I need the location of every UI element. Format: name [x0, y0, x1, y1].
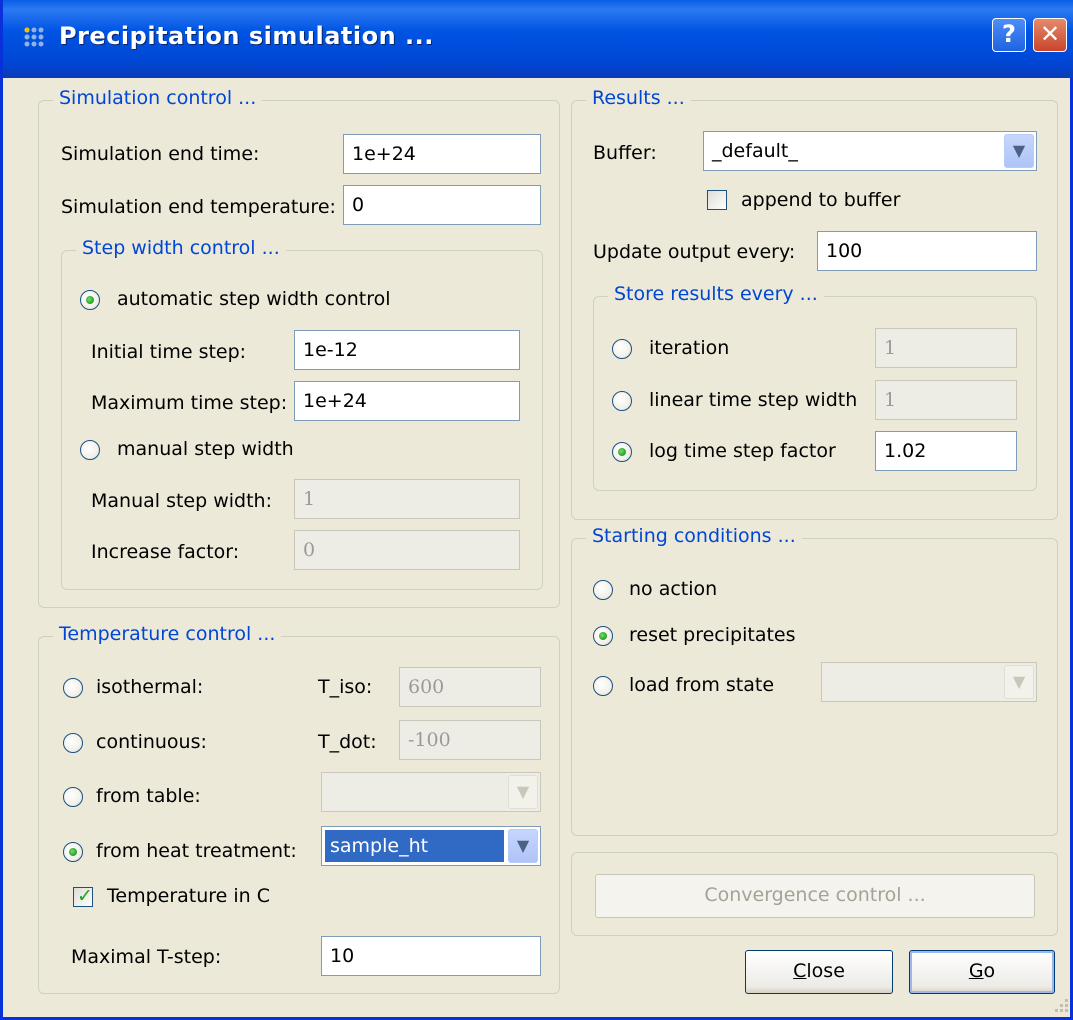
isothermal-radio[interactable]: [63, 678, 83, 698]
log-step-label[interactable]: log time step factor: [649, 440, 836, 462]
manual-step-label[interactable]: manual step width: [117, 438, 294, 460]
log-step-radio[interactable]: [612, 442, 632, 462]
from-heat-treatment-radio[interactable]: [63, 842, 83, 862]
end-temperature-input[interactable]: 0: [343, 185, 541, 225]
from-table-label[interactable]: from table:: [96, 785, 201, 807]
load-state-select[interactable]: ▼: [821, 662, 1037, 702]
close-label: lose: [806, 960, 845, 982]
buffer-label: Buffer:: [593, 142, 657, 164]
end-time-label: Simulation end time:: [61, 143, 260, 165]
append-to-buffer-checkbox[interactable]: [707, 190, 727, 210]
max-tstep-input[interactable]: 10: [321, 936, 541, 976]
linear-step-input[interactable]: 1: [875, 380, 1017, 420]
help-button[interactable]: ?: [992, 18, 1026, 52]
initial-step-input[interactable]: 1e-12: [294, 330, 520, 370]
update-output-input[interactable]: 100: [817, 231, 1037, 271]
buffer-value: _default_: [712, 140, 798, 162]
max-tstep-label: Maximal T-step:: [71, 946, 222, 968]
window-title: Precipitation simulation ...: [59, 22, 434, 50]
update-output-label: Update output every:: [593, 241, 796, 263]
append-to-buffer-label[interactable]: append to buffer: [741, 189, 900, 211]
temperature-in-c-label[interactable]: Temperature in C: [107, 885, 270, 907]
heat-treatment-value: sample_ht: [325, 830, 504, 862]
from-table-select[interactable]: ▼: [321, 772, 541, 812]
resize-grip-icon[interactable]: [1051, 995, 1069, 1013]
max-step-label: Maximum time step:: [91, 392, 288, 414]
linear-step-label[interactable]: linear time step width: [649, 389, 857, 411]
temperature-control-legend: Temperature control ...: [53, 623, 282, 645]
chevron-down-icon[interactable]: ▼: [508, 829, 538, 863]
end-temperature-label: Simulation end temperature:: [61, 196, 336, 218]
max-step-input[interactable]: 1e+24: [294, 381, 520, 421]
window-close-button[interactable]: ✕: [1033, 18, 1067, 52]
app-icon: [24, 27, 44, 47]
go-mnemonic: G: [968, 960, 984, 982]
initial-step-label: Initial time step:: [91, 341, 247, 363]
close-button[interactable]: Close: [745, 950, 893, 994]
linear-step-radio[interactable]: [612, 391, 632, 411]
log-step-input[interactable]: 1.02: [875, 431, 1017, 471]
continuous-radio[interactable]: [63, 733, 83, 753]
end-time-input[interactable]: 1e+24: [343, 134, 541, 174]
increase-factor-label: Increase factor:: [91, 541, 240, 563]
isothermal-label[interactable]: isothermal:: [96, 676, 203, 698]
load-from-state-radio[interactable]: [593, 676, 613, 696]
t-iso-input[interactable]: 600: [399, 667, 541, 707]
from-table-radio[interactable]: [63, 787, 83, 807]
chevron-down-icon[interactable]: ▼: [1004, 134, 1034, 168]
automatic-step-label[interactable]: automatic step width control: [117, 288, 391, 310]
close-mnemonic: C: [793, 960, 807, 982]
convergence-control-button[interactable]: Convergence control ...: [595, 874, 1035, 918]
t-iso-label: T_iso:: [318, 676, 373, 698]
manual-step-width-label: Manual step width:: [91, 490, 272, 512]
temperature-in-c-checkbox[interactable]: ✓: [73, 885, 93, 907]
checkmark-icon: ✓: [77, 885, 93, 907]
manual-step-radio[interactable]: [80, 440, 100, 460]
automatic-step-radio[interactable]: [80, 290, 100, 310]
iteration-label[interactable]: iteration: [649, 337, 729, 359]
step-width-control-legend: Step width control ...: [76, 237, 286, 259]
increase-factor-input[interactable]: 0: [294, 530, 520, 570]
buffer-select[interactable]: _default_ ▼: [703, 131, 1037, 171]
no-action-label[interactable]: no action: [629, 578, 717, 600]
chevron-down-icon[interactable]: ▼: [1004, 665, 1034, 699]
iteration-input[interactable]: 1: [875, 328, 1017, 368]
simulation-control-legend: Simulation control ...: [53, 87, 263, 109]
continuous-label[interactable]: continuous:: [96, 731, 207, 753]
iteration-radio[interactable]: [612, 339, 632, 359]
results-legend: Results ...: [586, 87, 691, 109]
store-results-legend: Store results every ...: [608, 283, 824, 305]
t-dot-input[interactable]: -100: [399, 720, 541, 760]
load-from-state-label[interactable]: load from state: [629, 674, 774, 696]
dialog-window: Precipitation simulation ... ? ✕ Simulat…: [0, 0, 1073, 1020]
go-label: o: [983, 960, 996, 982]
manual-step-width-input[interactable]: 1: [294, 479, 520, 519]
reset-precipitates-radio[interactable]: [593, 626, 613, 646]
title-bar[interactable]: Precipitation simulation ... ? ✕: [3, 0, 1073, 78]
go-button[interactable]: Go: [909, 950, 1055, 994]
chevron-down-icon[interactable]: ▼: [508, 775, 538, 809]
no-action-radio[interactable]: [593, 580, 613, 600]
starting-conditions-legend: Starting conditions ...: [586, 525, 802, 547]
t-dot-label: T_dot:: [318, 731, 377, 753]
heat-treatment-select[interactable]: sample_ht ▼: [321, 826, 541, 866]
reset-precipitates-label[interactable]: reset precipitates: [629, 624, 796, 646]
from-heat-treatment-label[interactable]: from heat treatment:: [96, 840, 297, 862]
